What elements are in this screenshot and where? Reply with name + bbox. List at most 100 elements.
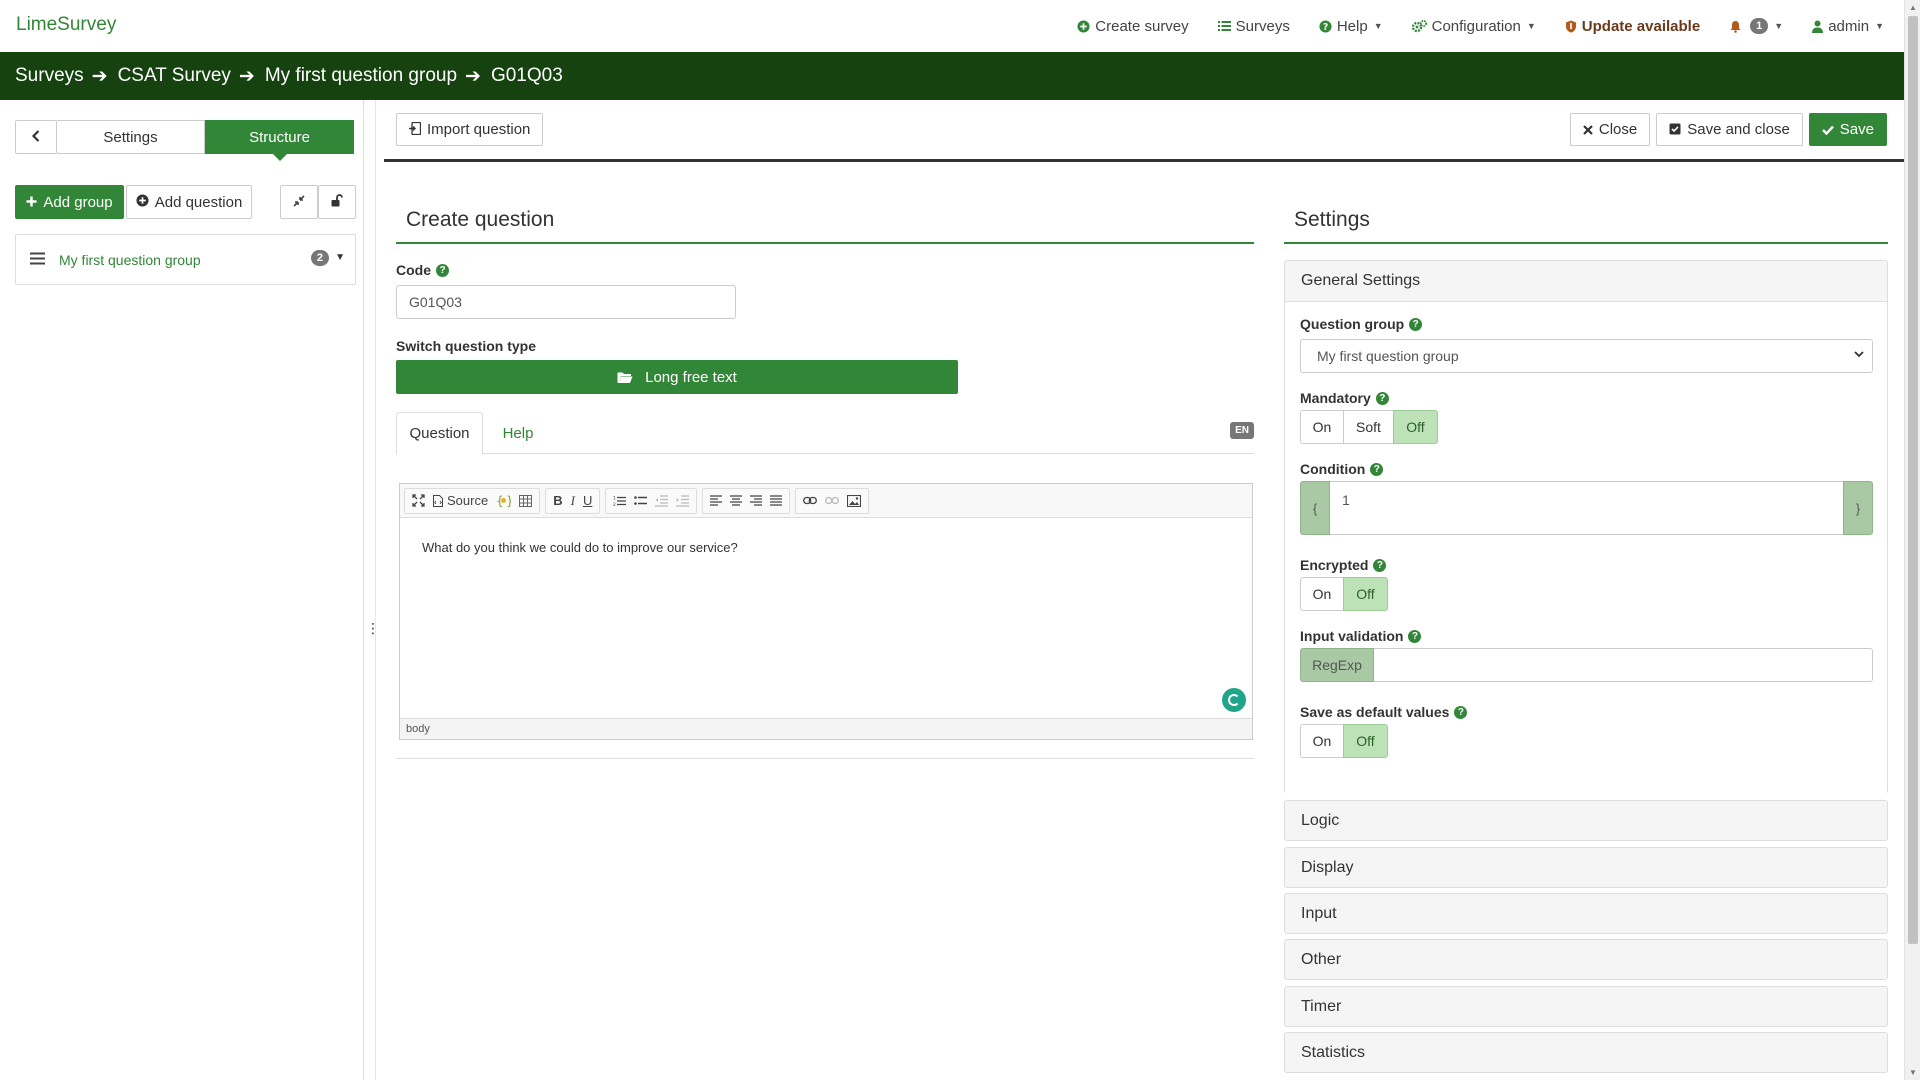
condition-label: Condition ?	[1300, 461, 1384, 477]
logic-header[interactable]: Logic	[1285, 801, 1887, 840]
align-justify-icon[interactable]	[766, 495, 786, 506]
bars-icon[interactable]	[30, 249, 45, 270]
image-icon[interactable]	[843, 494, 865, 507]
collapse-all-button[interactable]	[280, 185, 318, 219]
condition-textarea[interactable]: 1	[1330, 481, 1843, 535]
indent-icon[interactable]	[672, 494, 693, 507]
source-button[interactable]: Source	[429, 493, 492, 508]
notifications-menu[interactable]: 1 ▼	[1729, 18, 1783, 34]
logic-section[interactable]: Logic	[1284, 800, 1888, 841]
encrypted-on-option[interactable]: On	[1300, 577, 1344, 611]
page-scrollbar[interactable]: ▲ ▼	[1904, 0, 1920, 1080]
unlock-button[interactable]	[318, 185, 356, 219]
align-center-icon[interactable]	[726, 495, 746, 506]
save-and-close-button[interactable]: Save and close	[1656, 113, 1803, 146]
caret-down-icon[interactable]: ▼	[335, 252, 345, 263]
unlink-icon[interactable]	[821, 496, 843, 505]
help-icon[interactable]: ?	[1454, 705, 1468, 719]
help-icon[interactable]: ?	[1373, 558, 1387, 572]
create-survey-link[interactable]: Create survey	[1077, 18, 1189, 35]
condition-field: { 1 }	[1300, 481, 1873, 535]
help-icon[interactable]: ?	[1375, 391, 1389, 405]
display-section[interactable]: Display	[1284, 847, 1888, 888]
configuration-menu[interactable]: Configuration ▼	[1411, 18, 1536, 35]
add-question-button[interactable]: Add question	[126, 185, 252, 219]
scroll-up-icon[interactable]: ▲	[1909, 3, 1917, 12]
mandatory-on-option[interactable]: On	[1300, 410, 1344, 444]
breadcrumb-question: G01Q03	[490, 65, 563, 86]
tab-question[interactable]: Question	[396, 412, 483, 455]
editor-content[interactable]: What do you think we could do to improve…	[400, 518, 1252, 718]
save-button[interactable]: Save	[1808, 113, 1887, 146]
mandatory-label-text: Mandatory	[1300, 390, 1371, 406]
mandatory-soft-option[interactable]: Soft	[1343, 410, 1394, 444]
mandatory-off-option[interactable]: Off	[1393, 410, 1438, 444]
help-icon[interactable]: ?	[1408, 629, 1422, 643]
italic-icon[interactable]: I	[567, 493, 579, 509]
save-default-label: Save as default values ?	[1300, 704, 1468, 720]
align-right-icon[interactable]	[746, 495, 766, 506]
update-available-link[interactable]: Update available	[1565, 18, 1700, 35]
tab-structure[interactable]: Structure	[205, 120, 354, 161]
sidebar-group-label[interactable]: My first question group	[59, 252, 201, 268]
align-left-icon[interactable]	[706, 495, 726, 506]
statistics-header[interactable]: Statistics	[1285, 1033, 1887, 1072]
encrypted-label-text: Encrypted	[1300, 557, 1369, 573]
spellcheck-icon[interactable]	[1222, 688, 1246, 712]
general-settings-header[interactable]: General Settings	[1285, 261, 1887, 300]
arrow-right-icon: ➔	[238, 65, 255, 87]
input-section[interactable]: Input	[1284, 893, 1888, 934]
other-section[interactable]: Other	[1284, 939, 1888, 980]
scroll-down-icon[interactable]: ▼	[1909, 1068, 1917, 1077]
bold-icon[interactable]: B	[549, 493, 566, 508]
sidebar-collapse-button[interactable]	[15, 120, 57, 154]
cogs-icon	[1411, 19, 1427, 33]
close-button[interactable]: Close	[1569, 113, 1651, 146]
help-icon[interactable]: ?	[1409, 317, 1423, 331]
encrypted-off-option[interactable]: Off	[1343, 577, 1388, 611]
sidebar-item-question-group[interactable]: My first question group 2 ▼	[15, 234, 356, 285]
scrollbar-thumb[interactable]	[1908, 16, 1918, 944]
resize-handle-icon[interactable]: ⋮	[366, 620, 380, 637]
code-input[interactable]: G01Q03	[396, 285, 736, 319]
other-header[interactable]: Other	[1285, 940, 1887, 979]
statistics-section[interactable]: Statistics	[1284, 1032, 1888, 1073]
question-group-select[interactable]: My first question group	[1300, 339, 1873, 373]
underline-icon[interactable]: U	[579, 493, 596, 508]
outdent-icon[interactable]	[651, 494, 672, 507]
timer-header[interactable]: Timer	[1285, 987, 1887, 1026]
placeholder-field-icon[interactable]: {}	[492, 494, 515, 507]
top-nav: Create survey Surveys ? Help ▼ Configura…	[1048, 0, 1884, 52]
input-header[interactable]: Input	[1285, 894, 1887, 933]
question-type-button[interactable]: Long free text	[396, 360, 958, 394]
link-icon[interactable]	[799, 496, 821, 505]
surveys-link[interactable]: Surveys	[1217, 18, 1290, 35]
tab-settings[interactable]: Settings	[57, 120, 205, 154]
timer-section[interactable]: Timer	[1284, 986, 1888, 1027]
user-menu[interactable]: admin ▼	[1812, 18, 1884, 35]
svg-text:2: 2	[613, 502, 616, 507]
question-circle-icon: ?	[1319, 19, 1332, 33]
breadcrumb-group[interactable]: My first question group	[265, 65, 457, 87]
save-default-toggle: On Off	[1300, 724, 1388, 758]
help-icon[interactable]: ?	[1370, 462, 1384, 476]
table-icon[interactable]	[515, 494, 536, 507]
maximize-icon[interactable]	[408, 494, 429, 507]
save-default-off-option[interactable]: Off	[1343, 724, 1388, 758]
tab-help[interactable]: Help	[483, 412, 553, 455]
breadcrumb-surveys[interactable]: Surveys	[15, 65, 84, 87]
save-default-on-option[interactable]: On	[1300, 724, 1344, 758]
bulleted-list-icon[interactable]	[630, 495, 651, 507]
breadcrumb-survey[interactable]: CSAT Survey	[118, 65, 231, 87]
display-header[interactable]: Display	[1285, 848, 1887, 887]
add-group-button[interactable]: Add group	[15, 185, 124, 219]
element-path[interactable]: body	[406, 723, 430, 735]
brand-logo[interactable]: LimeSurvey	[16, 14, 116, 36]
top-navbar: LimeSurvey Create survey Surveys ? Help …	[0, 0, 1904, 52]
import-question-button[interactable]: Import question	[396, 113, 544, 146]
input-validation-input[interactable]	[1374, 648, 1873, 682]
help-icon[interactable]: ?	[436, 263, 449, 277]
numbered-list-icon[interactable]: 12	[609, 495, 630, 507]
question-tabs: Question Help EN	[396, 412, 1254, 455]
help-menu[interactable]: ? Help ▼	[1319, 18, 1383, 35]
